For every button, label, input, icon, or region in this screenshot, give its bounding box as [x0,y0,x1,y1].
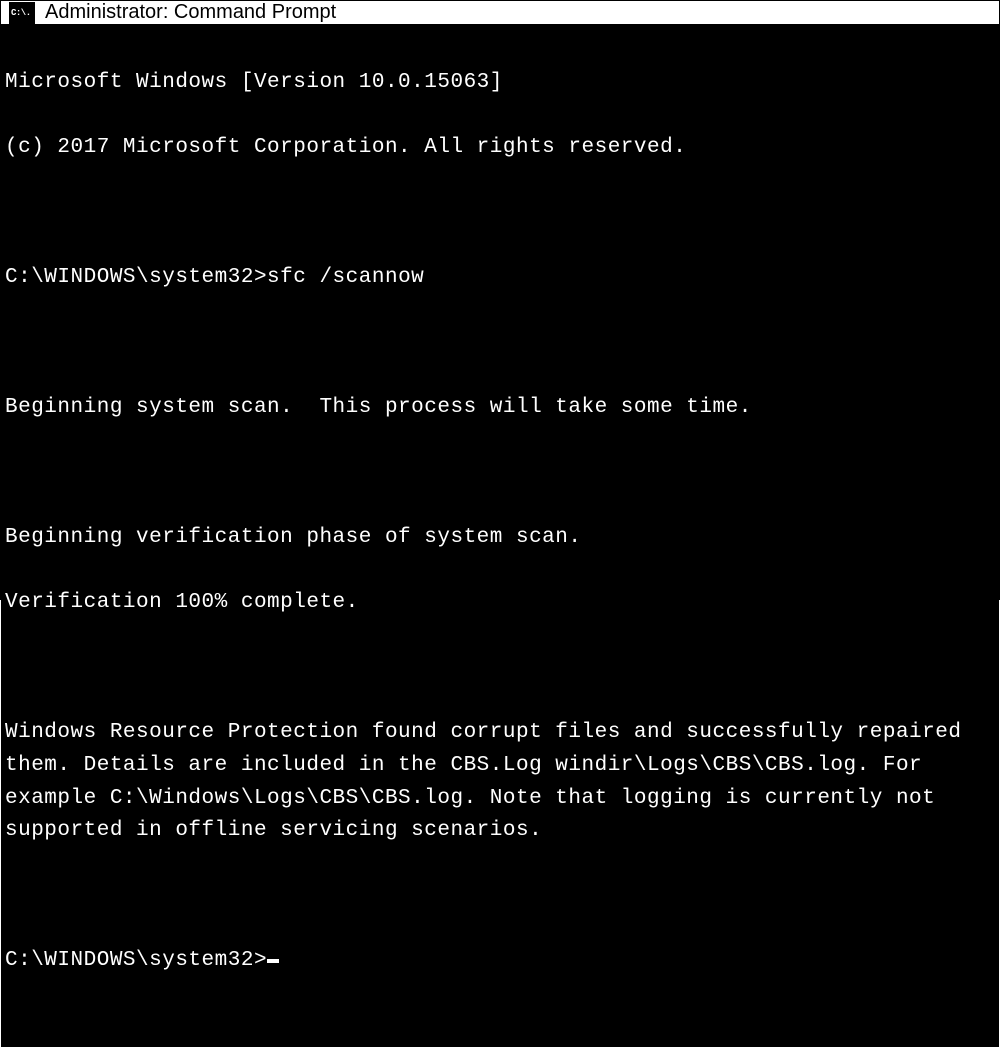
blank-line [5,457,995,490]
titlebar[interactable]: C:\. Administrator: Command Prompt [1,1,999,26]
prompt-path: C:\WINDOWS\system32> [5,266,267,289]
cmd-app-icon-text: C:\. [11,8,31,18]
blank-line [5,197,995,230]
blank-line [5,327,995,360]
cmd-app-icon: C:\. [9,2,35,24]
command-prompt-window: C:\. Administrator: Command Prompt Micro… [0,0,1000,600]
banner-copyright-line: (c) 2017 Microsoft Corporation. All righ… [5,132,995,165]
blank-line [5,652,995,685]
prompt-line-1: C:\WINDOWS\system32>sfc /scannow [5,262,995,295]
cursor-icon [267,959,279,963]
output-result-block: Windows Resource Protection found corrup… [5,717,995,847]
prompt-path: C:\WINDOWS\system32> [5,949,267,972]
output-begin-scan: Beginning system scan. This process will… [5,392,995,425]
blank-line [5,880,995,913]
entered-command: sfc /scannow [267,266,424,289]
prompt-line-2[interactable]: C:\WINDOWS\system32> [5,945,995,978]
banner-version-line: Microsoft Windows [Version 10.0.15063] [5,67,995,100]
window-title: Administrator: Command Prompt [45,1,336,24]
output-verification-complete: Verification 100% complete. [5,587,995,620]
output-begin-verification: Beginning verification phase of system s… [5,522,995,555]
terminal-output-area[interactable]: Microsoft Windows [Version 10.0.15063] (… [1,26,999,1047]
